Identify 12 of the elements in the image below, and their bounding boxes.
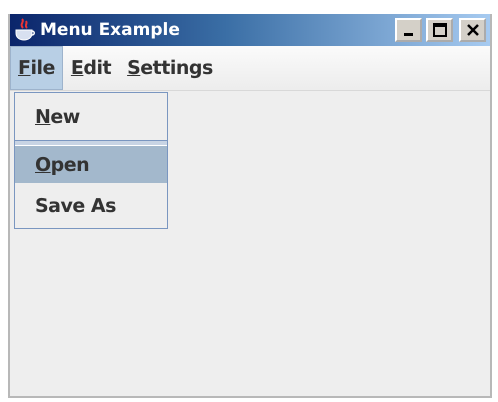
minimize-icon [404,33,413,36]
maximize-button[interactable] [426,18,453,42]
window-title: Menu Example [40,20,181,40]
maximize-icon [432,23,446,37]
menu-item[interactable]: Settings [119,46,221,90]
close-button[interactable] [459,18,486,42]
close-icon [466,23,480,37]
menu-option[interactable]: Open [15,146,167,183]
cup-icon [14,18,36,42]
menu-item[interactable]: File [10,46,63,90]
menu-item[interactable]: Edit [62,46,120,90]
minimize-button[interactable] [395,18,422,42]
